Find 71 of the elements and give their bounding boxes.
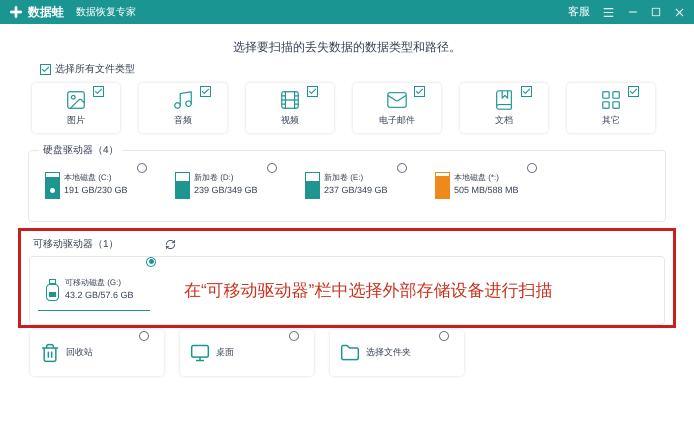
location-label: 回收站: [66, 346, 93, 360]
maximize-icon[interactable]: [651, 7, 661, 17]
image-icon: [65, 88, 87, 111]
file-type-card[interactable]: 视频: [246, 83, 334, 133]
file-type-card[interactable]: 电子邮件: [353, 83, 441, 133]
radio-button[interactable]: [146, 256, 156, 266]
film-icon: [279, 88, 301, 111]
checkbox[interactable]: [414, 86, 425, 97]
drive-size: 43.2 GB/57.6 GB: [65, 289, 134, 302]
drive-size: 191 GB/230 GB: [64, 184, 128, 198]
book-icon: [493, 88, 515, 111]
checkbox[interactable]: [40, 64, 51, 75]
radio-button[interactable]: [439, 331, 449, 341]
checkbox[interactable]: [628, 86, 639, 97]
drive-size: 505 MB/588 MB: [454, 184, 519, 198]
radio-button[interactable]: [289, 331, 299, 341]
drive-name: 本地磁盘 (C:): [64, 172, 113, 184]
file-type-label: 视频: [281, 114, 299, 127]
app-subtitle: 数据恢复专家: [76, 6, 136, 20]
heading: 选择要扫描的丢失数据的数据类型和路径。: [232, 39, 462, 56]
checkbox[interactable]: [93, 86, 104, 97]
drive-name: 新加卷 (E:): [324, 172, 364, 184]
file-type-card[interactable]: 图片: [32, 83, 120, 133]
app-name: 数据蛙: [28, 4, 64, 21]
file-type-label: 其它: [602, 114, 620, 127]
file-type-label: 图片: [67, 114, 85, 127]
file-type-card[interactable]: 其它: [567, 83, 655, 133]
file-type-card[interactable]: 音频: [139, 83, 227, 133]
radio-button[interactable]: [527, 163, 537, 173]
location-card[interactable]: 回收站: [30, 330, 164, 376]
drive-size: 239 GB/349 GB: [194, 184, 258, 198]
grid-icon: [600, 88, 622, 111]
file-type-label: 电子邮件: [379, 114, 415, 127]
radio-button[interactable]: [397, 163, 407, 173]
checkbox[interactable]: [307, 86, 318, 97]
location-label: 桌面: [216, 346, 234, 360]
monitor-icon: [190, 343, 210, 363]
system-badge-icon: [50, 188, 55, 192]
radio-button[interactable]: [267, 163, 277, 173]
drive-size: 237 GB/349 GB: [324, 184, 388, 198]
radio-button[interactable]: [137, 163, 147, 173]
file-type-label: 文档: [495, 114, 513, 127]
checkbox[interactable]: [521, 86, 532, 97]
drive-name: 新加卷 (D:): [194, 172, 235, 184]
drive-item[interactable]: 新加卷 (E:) 237 GB/349 GB: [305, 171, 395, 199]
logo-icon: [8, 4, 24, 20]
section-title: 硬盘驱动器（4）: [39, 143, 123, 158]
music-icon: [172, 88, 194, 111]
location-card[interactable]: 桌面: [180, 330, 314, 376]
file-type-label: 音频: [174, 114, 192, 127]
drive-name: 可移动磁盘 (G:): [65, 277, 122, 290]
service-button[interactable]: 客服: [568, 4, 590, 20]
drive-name: 本地磁盘 (*:): [454, 172, 500, 184]
location-card[interactable]: 选择文件夹: [330, 330, 464, 376]
select-all-label: 选择所有文件类型: [55, 62, 135, 77]
radio-button[interactable]: [139, 331, 149, 341]
drive-item[interactable]: 可移动磁盘 (G:) 43.2 GB/57.6 GB: [38, 270, 150, 310]
folder-icon: [340, 343, 360, 363]
usb-drive-icon: [46, 279, 59, 301]
menu-icon[interactable]: [602, 6, 615, 18]
annotation-text: 在“可移动驱动器”栏中选择外部存储设备进行扫描: [184, 280, 552, 302]
section-title: 可移动驱动器（1）: [33, 238, 119, 252]
drive-item[interactable]: 本地磁盘 (*:) 505 MB/588 MB: [435, 171, 525, 199]
checkbox[interactable]: [200, 86, 211, 97]
trash-icon: [40, 343, 60, 363]
file-type-card[interactable]: 文档: [460, 83, 548, 133]
refresh-icon[interactable]: [164, 239, 176, 250]
location-label: 选择文件夹: [366, 346, 411, 360]
close-icon[interactable]: [673, 6, 686, 18]
drive-item[interactable]: 本地磁盘 (C:) 191 GB/230 GB: [45, 171, 135, 199]
drive-item[interactable]: 新加卷 (D:) 239 GB/349 GB: [175, 171, 265, 199]
